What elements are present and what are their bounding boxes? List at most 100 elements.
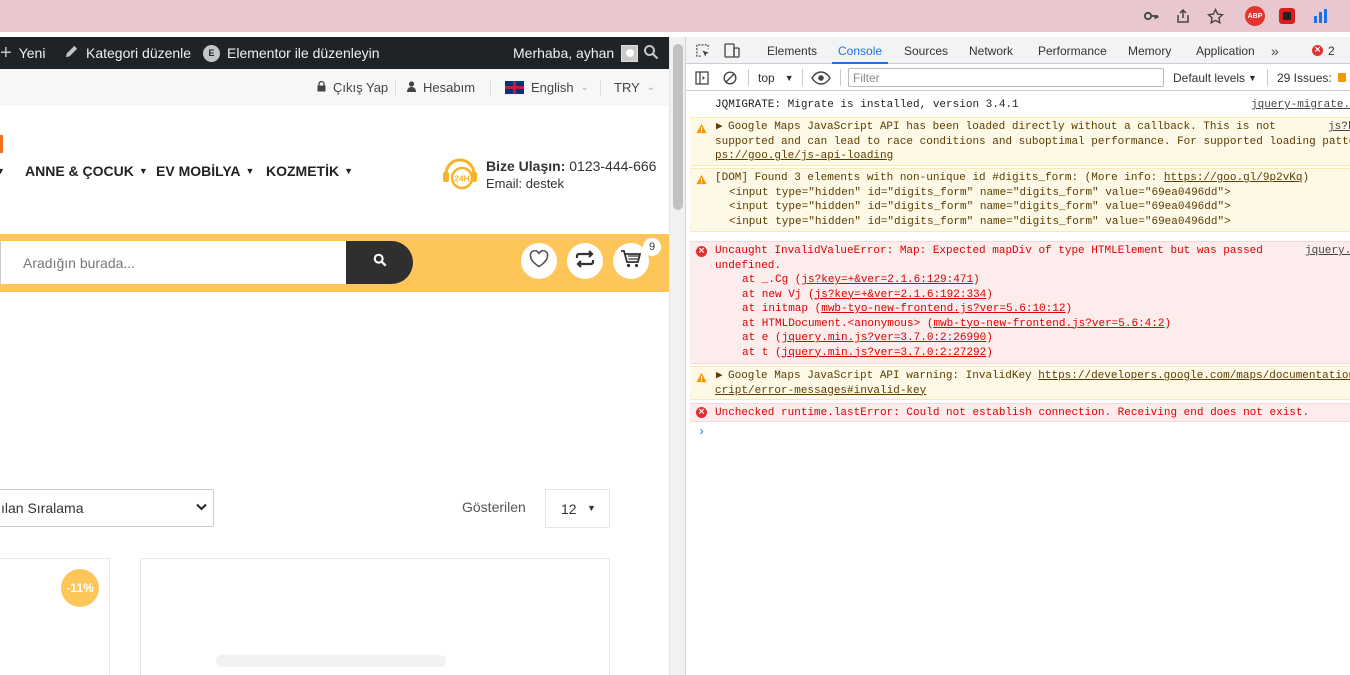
message-source-link[interactable]: js?k (1324, 120, 1350, 135)
nav-item-anne-cocuk[interactable]: ANNE & ÇOCUK ▼ (25, 156, 148, 186)
nav-item-ev-mobilya[interactable]: EV MOBİLYA ▼ (156, 156, 254, 186)
wp-admin-bar: + Yeni Kategori düzenle E Elementor ile … (0, 37, 669, 69)
issues-button[interactable]: 29 Issues: (1277, 64, 1346, 91)
stack-link[interactable]: mwb-tyo-new-frontend.js?ver=5.6:4:2 (933, 318, 1164, 330)
uk-flag-icon (505, 81, 524, 94)
chevron-down-icon: ⌄ (580, 82, 590, 93)
message-source-link[interactable]: jquery. (1305, 244, 1350, 259)
heart-icon (529, 249, 549, 273)
nav-item-label: EV MOBİLYA (156, 163, 241, 179)
adblock-extension-icon[interactable]: ABP (1245, 6, 1265, 26)
chevron-down-icon (196, 502, 207, 514)
support-badge-text: 24H (454, 174, 470, 184)
share-icon[interactable] (1173, 6, 1193, 26)
expand-triangle-icon[interactable]: ▶ (716, 120, 723, 135)
message-link[interactable]: ps://goo.gle/js-api-loading (715, 149, 893, 164)
tab-application[interactable]: Application (1196, 37, 1255, 64)
admin-edit-category-label: Kategori düzenle (86, 45, 192, 61)
search-icon (373, 253, 387, 272)
search-input[interactable] (9, 241, 339, 284)
dom-node[interactable]: <input type="hidden" id="digits_form" na… (729, 215, 1231, 230)
message-link[interactable]: https://developers.google.com/maps/docum… (1038, 370, 1350, 382)
inspect-element-icon[interactable] (695, 37, 710, 64)
website-viewport: + Yeni Kategori düzenle E Elementor ile … (0, 37, 669, 675)
message-text: Google Maps JavaScript API warning: Inva… (728, 370, 1039, 382)
account-link[interactable]: Hesabım (407, 69, 475, 106)
tab-sources[interactable]: Sources (904, 37, 948, 64)
dom-node[interactable]: <input type="hidden" id="digits_form" na… (729, 200, 1231, 215)
search-icon (643, 44, 659, 63)
admin-search-button[interactable] (643, 37, 659, 69)
message-source-link[interactable]: jquery-migrate. (1251, 98, 1350, 113)
discount-badge: -11% (61, 569, 99, 607)
extension-red-icon[interactable] (1279, 8, 1295, 24)
tab-network[interactable]: Network (969, 37, 1013, 64)
tab-console[interactable]: Console (831, 37, 889, 64)
logo[interactable] (0, 135, 3, 153)
admin-elementor-button[interactable]: E Elementor ile düzenleyin (203, 37, 380, 69)
tab-elements[interactable]: Elements (767, 37, 817, 64)
bookmark-star-icon[interactable] (1205, 6, 1225, 26)
stack-link[interactable]: jquery.min.js?ver=3.7.0:2:26990 (782, 332, 987, 344)
message-link[interactable]: https://goo.gl/9p2vKq (1164, 172, 1303, 184)
message-text: Uncaught InvalidValueError: Map: Expecte… (715, 245, 1263, 257)
stack-link[interactable]: js?key=+&ver=2.1.6:129:471 (801, 274, 973, 286)
tab-memory[interactable]: Memory (1128, 37, 1171, 64)
language-switcher[interactable]: English ⌄ (505, 69, 589, 106)
stack-link[interactable]: js?key=+&ver=2.1.6:192:334 (815, 289, 987, 301)
nav-item-kozmetik[interactable]: KOZMETİK ▼ (266, 156, 353, 186)
logout-link[interactable]: Çıkış Yap (317, 69, 388, 106)
sidebar-toggle-icon[interactable] (695, 64, 709, 91)
issue-icon (1337, 73, 1346, 82)
context-selector[interactable]: top ▼ (758, 64, 794, 91)
site-topbar: Çıkış Yap Hesabım English ⌄ TRY ⌄ (0, 69, 669, 106)
contact-phone[interactable]: 0123-444-666 (569, 158, 656, 174)
live-expression-eye-icon[interactable] (811, 64, 831, 91)
support-headset-icon: 24H (440, 154, 480, 194)
message-text: JQMIGRATE: Migrate is installed, version… (715, 99, 1019, 111)
message-link[interactable]: cript/error-messages#invalid-key (715, 384, 926, 399)
currency-switcher[interactable]: TRY ⌄ (614, 69, 655, 106)
more-tabs-chevron-icon[interactable]: » (1271, 37, 1279, 64)
warning-icon (696, 174, 707, 185)
divider (840, 69, 841, 86)
console-error-message: × Uncaught InvalidValueError: Map: Expec… (690, 241, 1350, 364)
account-label: Hesabım (423, 80, 476, 95)
message-text: supported and can lead to race condition… (715, 135, 1350, 148)
console-prompt[interactable]: › (698, 425, 705, 440)
product-card[interactable] (140, 558, 610, 675)
expand-triangle-icon[interactable]: ▶ (716, 369, 723, 384)
stack-link[interactable]: mwb-tyo-new-frontend.js?ver=5.6:10:12 (821, 303, 1065, 315)
stack-frame: at HTMLDocument.<anonymous> (mwb-tyo-new… (742, 317, 1172, 330)
log-levels-dropdown[interactable]: Default levels ▼ (1173, 64, 1257, 91)
admin-account-menu[interactable]: Merhaba, ayhan (513, 37, 639, 69)
dom-node[interactable]: <input type="hidden" id="digits_form" na… (729, 186, 1231, 201)
contact-phone-line: Bize Ulaşın: 0123-444-666 (486, 158, 656, 174)
nav-dropdown-caret-icon[interactable]: ▼ (0, 156, 5, 186)
divider (802, 69, 803, 86)
per-page-select[interactable]: 12 ▼ (545, 489, 610, 528)
device-toolbar-icon[interactable] (723, 37, 740, 64)
divider (600, 80, 601, 96)
divider (395, 80, 396, 96)
search-submit-button[interactable] (346, 241, 413, 284)
contact-email[interactable]: Email: destek (486, 176, 564, 191)
warning-icon (696, 123, 707, 134)
clear-console-icon[interactable] (723, 64, 737, 91)
sort-select[interactable]: ılan Sıralama (0, 489, 214, 527)
wishlist-button[interactable] (521, 243, 557, 279)
compare-button[interactable] (567, 243, 603, 279)
product-image-placeholder (216, 655, 446, 667)
stack-link[interactable]: jquery.min.js?ver=3.7.0:2:27292 (782, 347, 987, 359)
admin-edit-category-button[interactable]: Kategori düzenle (64, 37, 191, 69)
error-counter[interactable]: × 2 (1312, 37, 1335, 64)
password-key-icon[interactable] (1141, 6, 1161, 26)
page-scrollbar[interactable] (669, 37, 685, 675)
extension-chart-icon[interactable] (1311, 6, 1331, 26)
admin-new-button[interactable]: + Yeni (0, 37, 45, 69)
filter-input[interactable]: Filter (848, 68, 1164, 87)
chevron-down-icon: ⌄ (646, 82, 656, 93)
tab-performance[interactable]: Performance (1038, 37, 1107, 64)
scrollbar-thumb[interactable] (673, 44, 683, 210)
sort-value: ılan Sıralama (1, 500, 84, 516)
